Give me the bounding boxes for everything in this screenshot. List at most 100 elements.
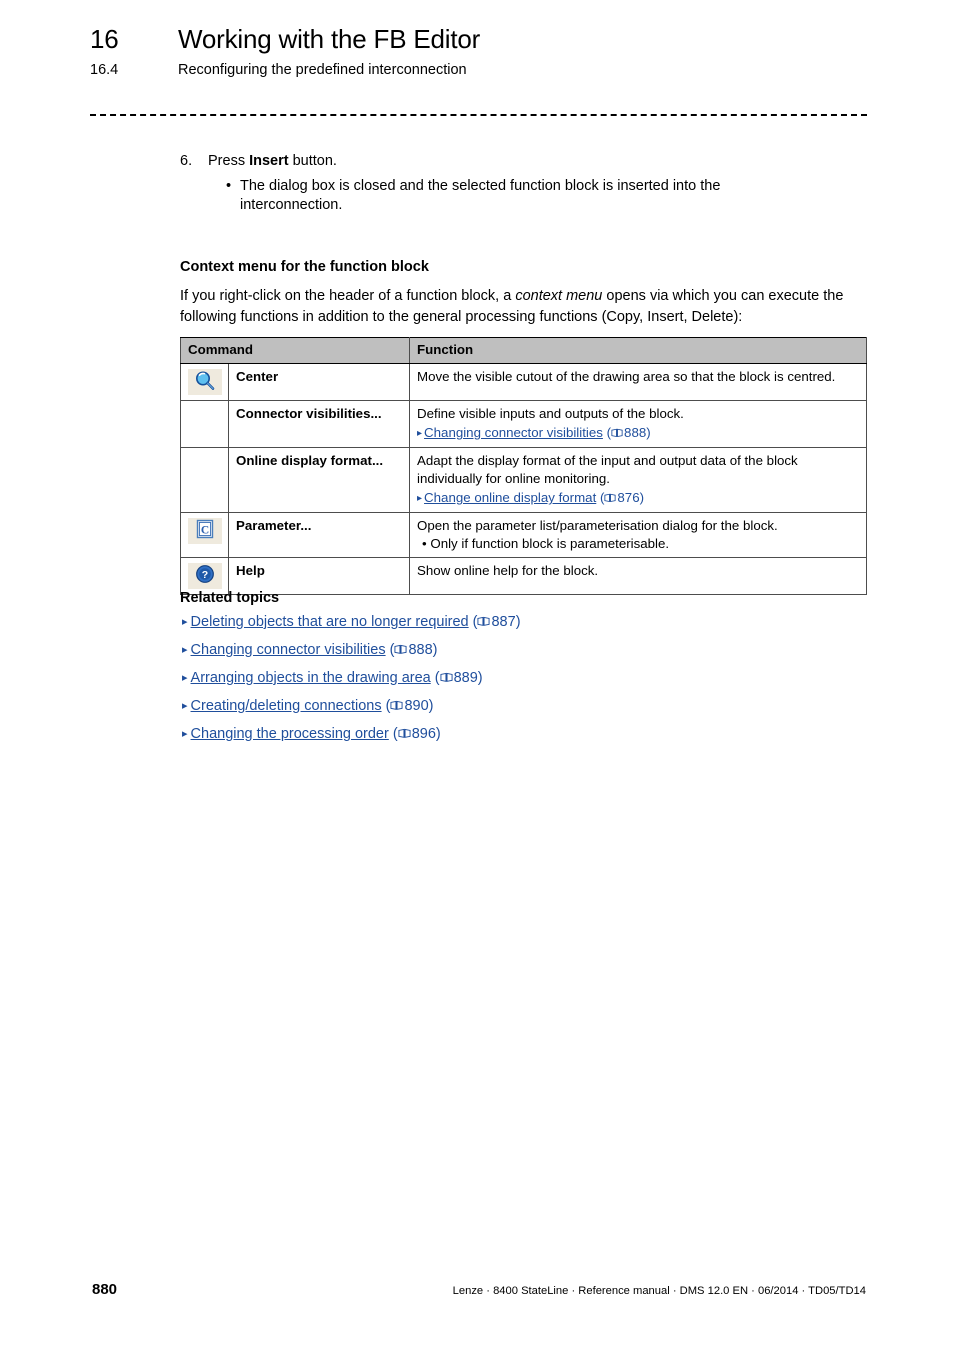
cross-reference-label[interactable]: Change online display format [424, 490, 596, 505]
step-text: Press Insert button. [208, 152, 870, 172]
row-icon-cell [180, 399, 229, 449]
context-menu-command-table: Command Function Center Move the visible… [179, 337, 868, 596]
context-menu-heading: Context menu for the function block [180, 259, 429, 275]
command-label: Online display format... [227, 447, 411, 514]
book-icon [477, 616, 491, 626]
step-bold-keyword: Insert [249, 153, 289, 169]
cross-reference-link[interactable]: ▸ Change online display format (876) [417, 489, 859, 507]
magnifier-icon [187, 368, 222, 395]
svg-text:C: C [200, 524, 208, 536]
triangle-right-icon: ▸ [182, 727, 188, 740]
function-description-cell: Show online help for the block. [409, 557, 868, 596]
table-header-row: Command Function [179, 337, 868, 364]
step-sub-bullet: • The dialog box is closed and the selec… [226, 177, 870, 216]
function-description-text: Move the visible cutout of the drawing a… [417, 368, 836, 384]
related-topic-item[interactable]: ▸ Deleting objects that are no longer req… [182, 615, 842, 630]
triangle-right-icon: ▸ [182, 699, 188, 712]
table-row[interactable]: ? Help Show online help for the block. [180, 557, 868, 596]
header-chapter-row: 16 Working with the FB Editor [90, 24, 870, 55]
function-description-text: Adapt the display format of the input an… [417, 453, 798, 486]
function-description-cell: Move the visible cutout of the drawing a… [409, 362, 868, 401]
chapter-title: Working with the FB Editor [178, 24, 481, 54]
bullet-dot-icon: • [226, 177, 232, 194]
cross-reference-page: (888) [602, 425, 651, 441]
command-label: Connector visibilities... [227, 399, 411, 449]
page-ref-number: 890 [404, 698, 429, 714]
header-section-row: 16.4 Reconfiguring the predefined interc… [90, 62, 870, 78]
command-label: Parameter... [227, 512, 411, 559]
table-row[interactable]: Online display format... Adapt the displ… [180, 447, 868, 514]
function-description-cell: Adapt the display format of the input an… [409, 447, 868, 514]
chapter-number: 16 [90, 24, 119, 54]
page-ref-number: 888 [624, 425, 647, 441]
related-topic-page: (896) [388, 726, 441, 742]
book-icon [398, 728, 411, 738]
help-question-icon: ? [187, 563, 222, 590]
intro-italic-term: context menu [515, 288, 603, 304]
book-icon [611, 429, 623, 438]
page-ref-number: 896 [411, 726, 436, 742]
parameter-c-icon: C [187, 518, 222, 545]
function-description-cell: Define visible inputs and outputs of the… [409, 399, 868, 449]
book-icon [440, 672, 453, 682]
cross-reference-link[interactable]: ▸ Changing connector visibilities (888) [417, 424, 859, 442]
related-topic-label[interactable]: Arranging objects in the drawing area [191, 670, 431, 686]
table-row[interactable]: C Parameter... Open the parameter list/p… [180, 512, 868, 559]
section-title: Reconfiguring the predefined interconnec… [178, 62, 467, 78]
related-topic-page: (887) [468, 614, 521, 630]
svg-text:?: ? [201, 570, 207, 582]
step-text-after: button. [288, 153, 337, 169]
page-ref-number: 888 [408, 642, 433, 658]
step-item: 6. Press Insert button. [180, 152, 870, 172]
related-topic-label[interactable]: Deleting objects that are no longer requ… [191, 614, 469, 630]
related-topic-label[interactable]: Changing connector visibilities [191, 642, 386, 658]
command-label: Center [227, 362, 411, 401]
triangle-right-icon: ▸ [417, 493, 423, 505]
related-topic-label[interactable]: Changing the processing order [191, 726, 389, 742]
triangle-right-icon: ▸ [182, 615, 188, 628]
related-topics-heading: Related topics [180, 590, 280, 606]
intro-part1: If you right-click on the header of a fu… [180, 288, 516, 304]
function-description-text: Show online help for the block. [417, 563, 599, 579]
page-ref-number: 887 [491, 614, 516, 630]
column-header-function: Function [409, 337, 868, 364]
related-topic-page: (889) [430, 670, 483, 686]
row-icon-cell [180, 447, 229, 514]
table-row[interactable]: Connector visibilities... Define visible… [180, 399, 868, 449]
column-header-command: Command [179, 337, 411, 364]
page-ref-number: 876 [617, 490, 640, 506]
row-icon-cell: C [180, 512, 229, 559]
cross-reference-page: (876) [596, 490, 645, 506]
header-divider [90, 114, 867, 116]
context-menu-intro: If you right-click on the header of a fu… [180, 286, 866, 327]
table-row[interactable]: Center Move the visible cutout of the dr… [180, 362, 868, 401]
footer-page-number: 880 [92, 1281, 118, 1298]
book-icon [604, 494, 616, 503]
section-number: 16.4 [90, 62, 119, 78]
related-topic-label[interactable]: Creating/deleting connections [191, 698, 382, 714]
related-topics-list: ▸ Deleting objects that are no longer req… [182, 615, 842, 755]
function-sub-bullet: • Only if function block is parameterisa… [422, 535, 670, 551]
step-number: 6. [180, 153, 193, 169]
page-ref-number: 889 [453, 670, 478, 686]
related-topic-page: (888) [385, 642, 438, 658]
row-icon-cell [180, 362, 229, 401]
function-description-cell: Open the parameter list/parameterisation… [409, 512, 868, 559]
related-topic-item[interactable]: ▸ Changing connector visibilities (888) [182, 643, 842, 658]
step-list: 6. Press Insert button. • The dialog box… [180, 152, 870, 216]
book-icon [390, 700, 403, 710]
footer-document-meta: Lenze · 8400 StateLine · Reference manua… [452, 1285, 866, 1297]
triangle-right-icon: ▸ [182, 643, 188, 656]
book-icon [394, 644, 407, 654]
related-topic-item[interactable]: ▸ Arranging objects in the drawing area (… [182, 671, 842, 686]
related-topic-item[interactable]: ▸ Changing the processing order (896) [182, 727, 842, 742]
cross-reference-label[interactable]: Changing connector visibilities [424, 425, 603, 440]
page-header: 16 Working with the FB Editor 16.4 Recon… [90, 24, 870, 78]
function-description-text: Define visible inputs and outputs of the… [417, 405, 684, 421]
related-topic-item[interactable]: ▸ Creating/deleting connections (890) [182, 699, 842, 714]
step-sub-bullet-text: The dialog box is closed and the selecte… [240, 177, 721, 214]
step-text-before: Press [208, 153, 250, 169]
function-description-text: Open the parameter list/parameterisation… [417, 518, 778, 534]
triangle-right-icon: ▸ [417, 428, 423, 440]
related-topic-page: (890) [381, 698, 434, 714]
